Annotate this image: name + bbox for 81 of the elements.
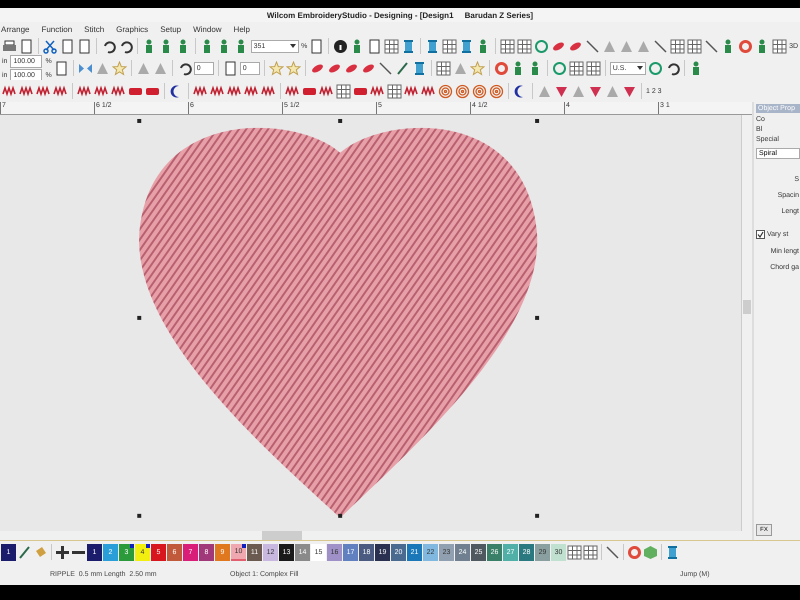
menu-item[interactable]: Stitch <box>84 24 104 34</box>
zigzag-stitch-icon[interactable] <box>111 84 126 98</box>
grid-icon[interactable] <box>517 38 532 54</box>
zigzag-stitch-icon[interactable] <box>36 84 51 98</box>
line-icon[interactable] <box>585 38 600 54</box>
grid-icon[interactable] <box>670 38 686 54</box>
grid-icon[interactable] <box>436 60 451 76</box>
grid-icon[interactable] <box>500 38 516 54</box>
printer-icon[interactable] <box>2 38 17 54</box>
info-icon[interactable] <box>333 38 348 54</box>
grid-icon[interactable] <box>586 60 601 76</box>
spiral-icon[interactable] <box>438 84 453 98</box>
grid-icon[interactable] <box>442 38 458 54</box>
star-icon[interactable] <box>112 60 127 76</box>
grid-icon[interactable] <box>387 84 402 98</box>
spiral-icon[interactable] <box>489 84 504 98</box>
zigzag-stitch-icon[interactable] <box>370 84 385 98</box>
selection-handle[interactable] <box>338 118 342 123</box>
line-icon[interactable] <box>605 544 620 560</box>
ring-icon[interactable] <box>738 38 754 54</box>
zigzag-stitch-icon[interactable] <box>244 84 259 98</box>
grid-icon[interactable] <box>687 38 702 54</box>
menu-item[interactable]: Graphics <box>116 24 148 34</box>
line-icon[interactable] <box>704 38 720 54</box>
zigzag-stitch-icon[interactable] <box>210 84 225 98</box>
star-icon[interactable] <box>470 60 485 76</box>
ring-icon[interactable] <box>494 60 509 76</box>
cut-icon[interactable] <box>42 38 58 54</box>
zigzag-stitch-icon[interactable] <box>2 84 17 98</box>
page-icon[interactable] <box>76 38 92 54</box>
menu-item[interactable]: Arrange <box>1 24 30 34</box>
zigzag-stitch-icon[interactable] <box>94 84 109 98</box>
grid-icon[interactable] <box>772 38 788 54</box>
zigzag-stitch-icon[interactable] <box>227 84 242 98</box>
selection-handle[interactable] <box>137 118 142 123</box>
zigzag-stitch-icon[interactable] <box>77 84 92 98</box>
grid-icon[interactable] <box>336 84 351 98</box>
zigzag-stitch-icon[interactable] <box>261 84 276 98</box>
menu-item[interactable]: Help <box>234 24 250 34</box>
spiral-icon[interactable] <box>455 84 470 98</box>
thread-spool-icon[interactable] <box>665 544 680 560</box>
line-icon[interactable] <box>378 60 393 76</box>
selection-handle[interactable] <box>535 316 540 320</box>
spiral-icon[interactable] <box>472 84 487 98</box>
page-icon[interactable] <box>54 60 69 76</box>
circle-icon[interactable] <box>552 60 567 76</box>
zigzag-stitch-icon[interactable] <box>19 84 34 98</box>
circle-icon[interactable] <box>534 38 550 54</box>
menu-item[interactable]: Function <box>41 24 72 34</box>
grid-icon[interactable] <box>567 544 582 560</box>
zigzag-stitch-icon[interactable] <box>421 84 436 98</box>
window-title: Wilcom EmbroideryStudio - Designing - [Design1 Barudan Z Series] <box>266 10 534 20</box>
page-icon[interactable] <box>60 38 75 54</box>
star-icon[interactable] <box>268 60 284 76</box>
vertical-scrollbar[interactable] <box>741 115 752 531</box>
ring-icon[interactable] <box>627 544 642 560</box>
selection-handle[interactable] <box>137 316 142 320</box>
page-icon[interactable] <box>222 60 238 76</box>
star-icon[interactable] <box>286 60 301 76</box>
zigzag-stitch-icon[interactable] <box>319 84 334 98</box>
grid-icon[interactable] <box>384 38 400 54</box>
selection-handle[interactable] <box>535 118 540 123</box>
caret-icon[interactable] <box>636 66 643 70</box>
selection-handle[interactable] <box>535 514 540 518</box>
menu-item[interactable]: Window <box>193 24 222 34</box>
page-icon[interactable] <box>309 38 324 54</box>
plus-icon[interactable] <box>55 544 70 560</box>
caret-icon[interactable] <box>290 44 296 48</box>
menu-item[interactable]: Setup <box>160 24 182 34</box>
line-icon[interactable] <box>653 38 668 54</box>
zigzag-stitch-icon[interactable] <box>285 84 300 98</box>
page-icon[interactable] <box>19 38 34 54</box>
selection-handle[interactable] <box>137 514 142 518</box>
page-icon[interactable] <box>367 38 382 54</box>
checkmark-icon <box>757 231 764 238</box>
grid-icon[interactable] <box>583 544 598 560</box>
zigzag-stitch-icon[interactable] <box>404 84 419 98</box>
grid-icon[interactable] <box>568 60 584 76</box>
selection-handle[interactable] <box>338 514 342 518</box>
zigzag-stitch-icon[interactable] <box>193 84 208 98</box>
zigzag-stitch-icon[interactable] <box>53 84 68 98</box>
